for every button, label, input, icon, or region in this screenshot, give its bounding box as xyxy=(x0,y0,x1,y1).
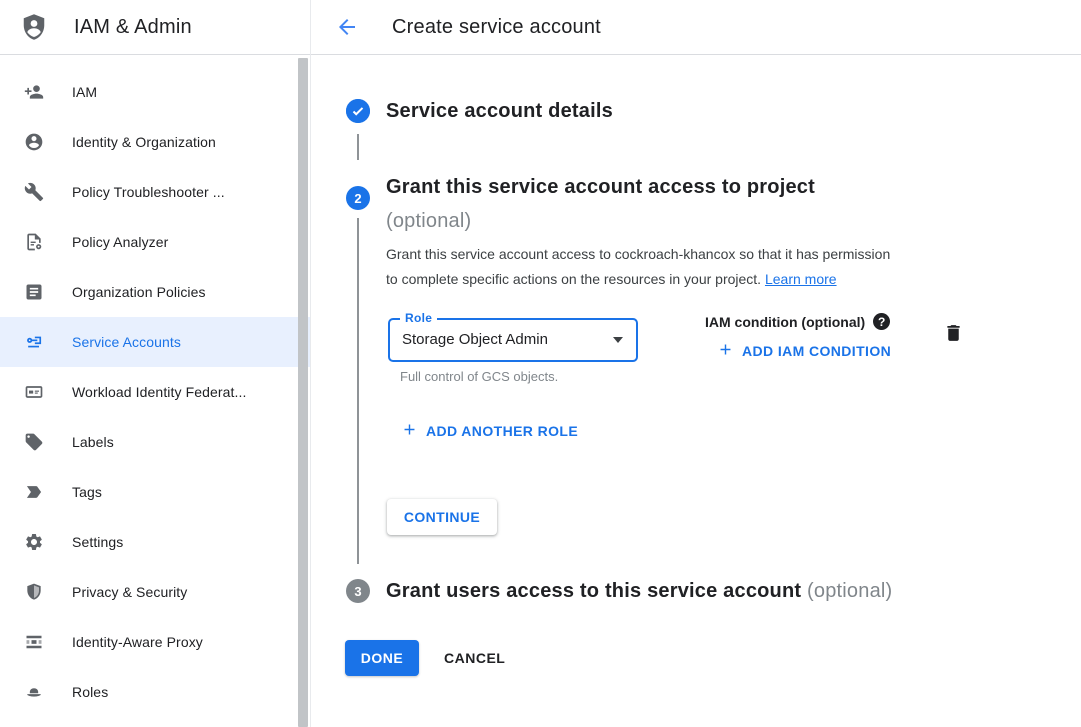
create-service-account-form: Service account details 2 Grant this ser… xyxy=(311,55,1081,726)
add-iam-condition-label: ADD IAM CONDITION xyxy=(742,343,891,359)
arrow-back-icon xyxy=(335,15,359,39)
sidebar-item-label: Service Accounts xyxy=(72,334,181,350)
add-another-role-button[interactable]: ADD ANOTHER ROLE xyxy=(401,421,578,441)
sidebar-item-tags[interactable]: Tags xyxy=(0,467,310,517)
policy-document-icon xyxy=(24,232,44,252)
help-icon[interactable]: ? xyxy=(873,313,890,330)
sidebar-item-policy-troubleshooter[interactable]: Policy Troubleshooter ... xyxy=(0,167,310,217)
sidebar-item-label: Settings xyxy=(72,534,123,550)
add-iam-condition-button[interactable]: ADD IAM CONDITION xyxy=(717,341,891,361)
sidebar-item-organization-policies[interactable]: Organization Policies xyxy=(0,267,310,317)
iam-condition-label: IAM condition (optional) xyxy=(705,314,865,330)
sidebar-item-label: IAM xyxy=(72,84,97,100)
wrench-icon xyxy=(24,182,44,202)
hat-icon xyxy=(24,682,44,702)
sidebar-item-label: Workload Identity Federat... xyxy=(72,384,247,400)
step2-number-badge: 2 xyxy=(346,186,370,210)
gear-icon xyxy=(24,532,44,552)
add-another-role-label: ADD ANOTHER ROLE xyxy=(426,423,578,439)
sidebar-item-identity-aware-proxy[interactable]: Identity-Aware Proxy xyxy=(0,617,310,667)
sidebar-scrollbar[interactable] xyxy=(298,56,309,727)
account-circle-icon xyxy=(24,132,44,152)
label-important-icon xyxy=(24,482,44,502)
sidebar-item-label: Policy Analyzer xyxy=(72,234,168,250)
plus-icon xyxy=(717,341,734,361)
back-button[interactable] xyxy=(335,15,359,39)
sidebar-item-iam[interactable]: IAM xyxy=(0,67,310,117)
step3-title: Grant users access to this service accou… xyxy=(386,580,892,603)
label-tag-icon xyxy=(24,432,44,452)
sidebar-item-label: Identity & Organization xyxy=(72,134,216,150)
learn-more-link[interactable]: Learn more xyxy=(765,271,837,287)
person-add-icon xyxy=(24,82,44,102)
sidebar-item-labels[interactable]: Labels xyxy=(0,417,310,467)
description-line1: Grant this service account access to coc… xyxy=(386,246,890,262)
sidebar-item-label: Privacy & Security xyxy=(72,584,187,600)
dropdown-arrow-icon xyxy=(613,337,623,343)
description-line2: to complete specific actions on the reso… xyxy=(386,271,761,287)
step2-description: Grant this service account access to coc… xyxy=(386,242,1006,292)
shield-half-icon xyxy=(24,582,44,602)
app-title: IAM & Admin xyxy=(74,16,192,39)
sidebar-item-roles[interactable]: Roles xyxy=(0,667,310,717)
step3-number-badge: 3 xyxy=(346,579,370,603)
role-selected-value: Storage Object Admin xyxy=(402,320,548,360)
cancel-button[interactable]: CANCEL xyxy=(428,640,521,676)
sidebar-item-identity-organization[interactable]: Identity & Organization xyxy=(0,117,310,167)
step2-title-text: Grant this service account access to pro… xyxy=(386,176,815,198)
continue-button[interactable]: CONTINUE xyxy=(387,499,497,535)
done-button[interactable]: DONE xyxy=(345,640,419,676)
sidebar: IAM & Admin IAM Identity & Organization … xyxy=(0,0,311,727)
step2-title: Grant this service account access to pro… xyxy=(386,170,906,238)
sidebar-item-label: Labels xyxy=(72,434,114,450)
trash-icon xyxy=(943,332,964,347)
sidebar-item-label: Organization Policies xyxy=(72,284,206,300)
sidebar-item-policy-analyzer[interactable]: Policy Analyzer xyxy=(0,217,310,267)
sidebar-item-label: Tags xyxy=(72,484,102,500)
role-select[interactable]: Role Storage Object Admin xyxy=(388,318,638,362)
page-title: Create service account xyxy=(392,16,601,39)
main-panel: Create service account Service account d… xyxy=(311,0,1081,727)
delete-role-button[interactable] xyxy=(943,322,964,347)
sidebar-nav: IAM Identity & Organization Policy Troub… xyxy=(0,55,310,717)
step3-row: 3 Grant users access to this service acc… xyxy=(346,579,892,603)
service-account-key-icon xyxy=(24,332,44,352)
sidebar-item-workload-identity-federation[interactable]: Workload Identity Federat... xyxy=(0,367,310,417)
scrollbar-thumb[interactable] xyxy=(298,58,308,727)
step2-optional-label: (optional) xyxy=(386,210,471,232)
sidebar-item-label: Identity-Aware Proxy xyxy=(72,634,203,650)
sidebar-item-label: Policy Troubleshooter ... xyxy=(72,184,225,200)
step-connector xyxy=(357,218,359,564)
plus-icon xyxy=(401,421,418,441)
sidebar-item-service-accounts[interactable]: Service Accounts xyxy=(0,317,310,367)
article-icon xyxy=(24,282,44,302)
step1-row: Service account details xyxy=(346,99,613,123)
page-header: Create service account xyxy=(311,0,1081,55)
sidebar-header: IAM & Admin xyxy=(0,0,310,55)
step-connector xyxy=(357,134,359,160)
app-window: IAM & Admin IAM Identity & Organization … xyxy=(0,0,1081,727)
sidebar-item-label: Roles xyxy=(72,684,108,700)
sidebar-item-privacy-security[interactable]: Privacy & Security xyxy=(0,567,310,617)
step3-title-text: Grant users access to this service accou… xyxy=(386,580,801,602)
iam-admin-shield-icon xyxy=(18,9,50,45)
role-helper-text: Full control of GCS objects. xyxy=(400,369,558,384)
proxy-grid-icon xyxy=(24,632,44,652)
check-circle-icon xyxy=(346,99,370,123)
step1-title: Service account details xyxy=(386,100,613,123)
step3-optional-label: (optional) xyxy=(807,580,892,602)
iam-condition-header: IAM condition (optional) ? xyxy=(705,313,890,330)
sidebar-item-settings[interactable]: Settings xyxy=(0,517,310,567)
id-card-icon xyxy=(24,382,44,402)
